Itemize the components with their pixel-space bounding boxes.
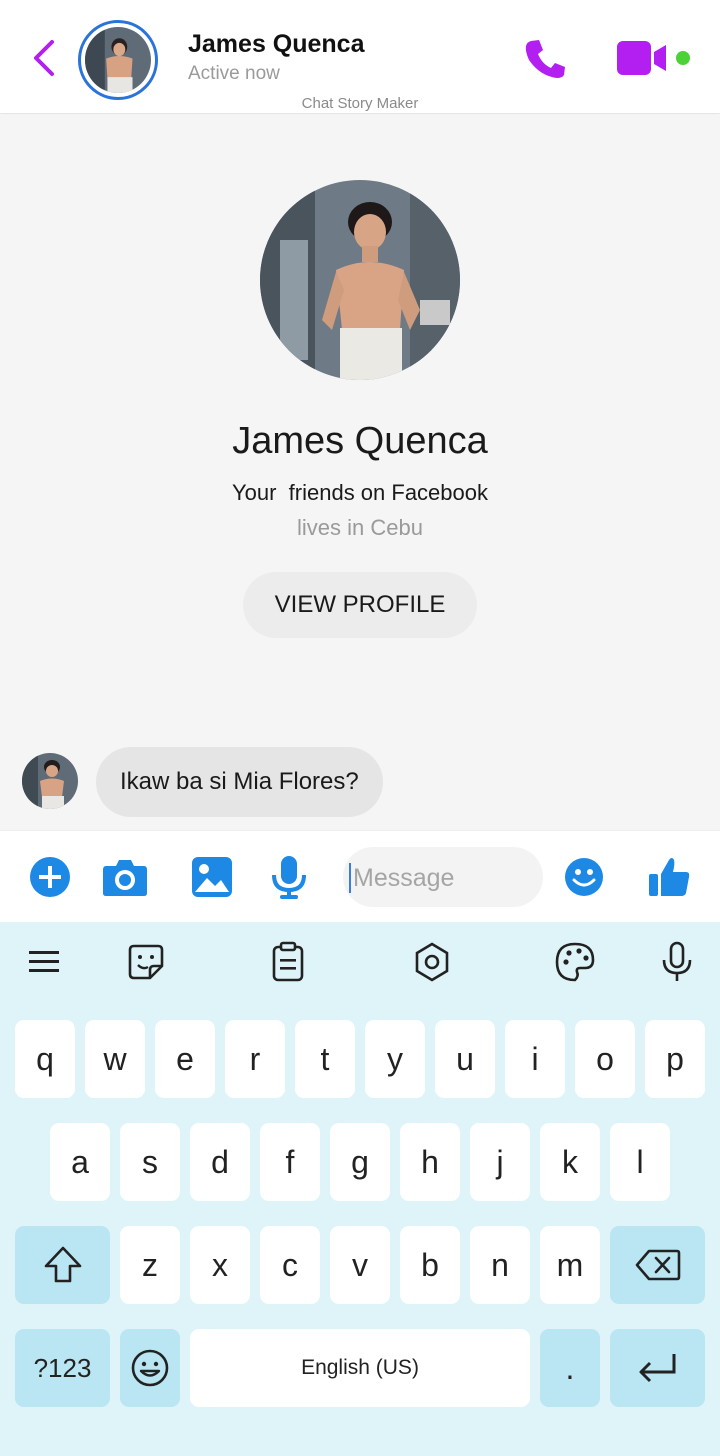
- watermark-text: Chat Story Maker: [301, 95, 419, 112]
- key-m[interactable]: m: [540, 1226, 600, 1304]
- key-n[interactable]: n: [470, 1226, 530, 1304]
- key-v[interactable]: v: [330, 1226, 390, 1304]
- key-l[interactable]: l: [610, 1123, 670, 1201]
- key-j[interactable]: j: [470, 1123, 530, 1201]
- key-w[interactable]: w: [85, 1020, 145, 1098]
- message-composer: Message: [0, 830, 720, 922]
- period-key[interactable]: .: [540, 1329, 600, 1407]
- message-placeholder: Message: [353, 864, 455, 892]
- key-t[interactable]: t: [295, 1020, 355, 1098]
- thumbs-up-icon[interactable]: [648, 855, 692, 899]
- online-indicator: [676, 51, 690, 65]
- back-arrow-icon[interactable]: [28, 38, 60, 78]
- phone-icon[interactable]: [522, 36, 568, 80]
- key-r[interactable]: r: [225, 1020, 285, 1098]
- settings-icon[interactable]: [410, 940, 454, 984]
- sticker-icon[interactable]: [124, 940, 168, 984]
- contact-name: James Quenca: [188, 30, 365, 58]
- chat-header: James Quenca Active now Chat Story Maker: [0, 0, 720, 114]
- key-k[interactable]: k: [540, 1123, 600, 1201]
- key-p[interactable]: p: [645, 1020, 705, 1098]
- message-bubble[interactable]: Ikaw ba si Mia Flores?: [96, 747, 383, 817]
- enter-key[interactable]: [610, 1329, 705, 1407]
- key-d[interactable]: d: [190, 1123, 250, 1201]
- backspace-icon: [635, 1249, 680, 1281]
- profile-friends-line: Your friends on Facebook: [231, 480, 489, 505]
- voice-input-icon[interactable]: [655, 940, 699, 984]
- key-c[interactable]: c: [260, 1226, 320, 1304]
- shift-key[interactable]: [15, 1226, 110, 1304]
- view-profile-button[interactable]: VIEW PROFILE: [243, 572, 477, 638]
- profile-photo: [260, 180, 460, 380]
- on-screen-keyboard: q w e r t y u i o p a s d f g h j k l z …: [0, 922, 720, 1456]
- text-cursor: [349, 863, 351, 893]
- key-x[interactable]: x: [190, 1226, 250, 1304]
- backspace-key[interactable]: [610, 1226, 705, 1304]
- key-o[interactable]: o: [575, 1020, 635, 1098]
- active-status: Active now: [188, 63, 280, 84]
- video-camera-icon[interactable]: [616, 40, 670, 76]
- camera-icon[interactable]: [102, 855, 148, 899]
- avatar-photo: [85, 27, 151, 93]
- message-input[interactable]: Message: [343, 847, 543, 907]
- key-u[interactable]: u: [435, 1020, 495, 1098]
- menu-icon[interactable]: [22, 940, 66, 984]
- key-i[interactable]: i: [505, 1020, 565, 1098]
- key-a[interactable]: a: [50, 1123, 110, 1201]
- emoji-icon[interactable]: [564, 855, 604, 899]
- key-g[interactable]: g: [330, 1123, 390, 1201]
- key-h[interactable]: h: [400, 1123, 460, 1201]
- contact-avatar[interactable]: [78, 20, 158, 100]
- space-bar[interactable]: English (US): [190, 1329, 530, 1407]
- emoji-key[interactable]: [120, 1329, 180, 1407]
- key-e[interactable]: e: [155, 1020, 215, 1098]
- add-icon[interactable]: [29, 855, 71, 899]
- key-f[interactable]: f: [260, 1123, 320, 1201]
- symbols-key[interactable]: ?123: [15, 1329, 110, 1407]
- shift-arrow-icon: [44, 1246, 81, 1283]
- chat-area: James Quenca Your friends on Facebook li…: [0, 115, 720, 830]
- profile-name: James Quenca: [232, 420, 488, 462]
- profile-location: lives in Cebu: [297, 515, 423, 540]
- clipboard-icon[interactable]: [266, 940, 310, 984]
- key-b[interactable]: b: [400, 1226, 460, 1304]
- palette-icon[interactable]: [553, 940, 597, 984]
- microphone-icon[interactable]: [270, 855, 308, 899]
- enter-arrow-icon: [639, 1354, 675, 1383]
- key-z[interactable]: z: [120, 1226, 180, 1304]
- key-q[interactable]: q: [15, 1020, 75, 1098]
- key-s[interactable]: s: [120, 1123, 180, 1201]
- key-y[interactable]: y: [365, 1020, 425, 1098]
- message-sender-avatar[interactable]: [22, 753, 78, 809]
- emoji-face-icon: [131, 1349, 169, 1387]
- image-icon[interactable]: [191, 855, 233, 899]
